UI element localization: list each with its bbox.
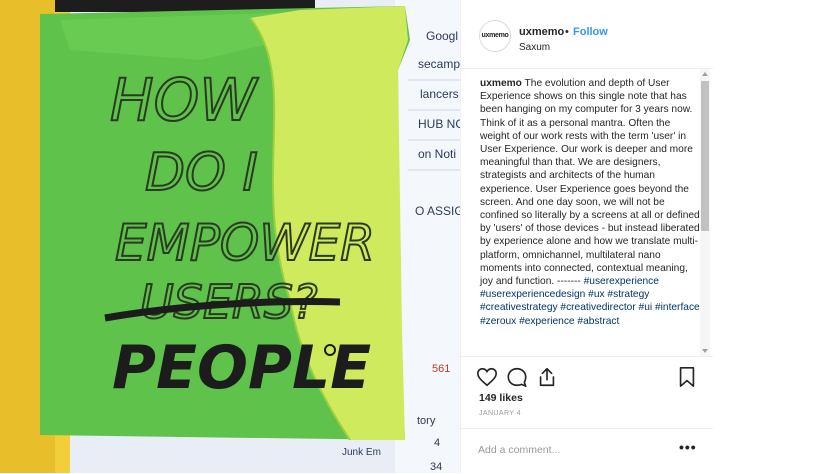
comment-icon[interactable] [506,366,528,388]
note-line-empower: EMPOWER [115,214,375,272]
avatar[interactable]: uxmemo [479,20,511,52]
follow-button[interactable]: Follow [573,26,608,38]
screen-text-1: secamp [418,57,460,71]
note-line-do-i: DO I [145,143,258,203]
location-link[interactable]: Saxum [519,42,550,53]
screen-text-7: tory [417,415,436,427]
comment-bar: ••• [461,428,713,474]
post-header: uxmemo uxmemo • Follow Saxum [461,0,713,69]
caption-username[interactable]: uxmemo [480,78,522,89]
username-link[interactable]: uxmemo [519,26,564,38]
post-photo[interactable]: Googl secamp lancers HUB NC on Noti O AS… [0,0,460,473]
separator-dot: • [565,26,569,38]
caption: uxmemo The evolution and depth of User E… [480,77,700,328]
screen-text-8: Junk Em [342,447,381,458]
screen-text-5: O ASSIG [415,204,460,218]
screen-text-9: 4 [434,437,440,449]
caption-text: The evolution and depth of User Experien… [480,78,700,288]
comment-input[interactable] [478,441,658,459]
more-options-icon[interactable]: ••• [679,439,697,455]
post-side-panel: uxmemo uxmemo • Follow Saxum uxmemo The … [460,0,713,473]
heart-icon[interactable] [476,366,498,388]
caption-scrollbar[interactable] [700,69,710,356]
bookmark-icon[interactable] [676,366,698,388]
screen-text-0: Googl [426,29,458,43]
caption-area[interactable]: uxmemo The evolution and depth of User E… [461,69,713,357]
scrollbar-thumb[interactable] [701,81,709,231]
screen-text-4: on Noti [418,147,456,161]
scroll-up-arrow-icon[interactable] [702,72,708,76]
screen-text-6: 561 [432,363,450,375]
scroll-down-arrow-icon[interactable] [702,349,708,353]
post-date[interactable]: JANUARY 4 [479,410,521,417]
note-line-people: PEOPLE [112,333,371,403]
screen-text-2: lancers [420,87,459,101]
photo-illustration: Googl secamp lancers HUB NC on Noti O AS… [0,0,460,473]
screen-text-3: HUB NC [418,117,460,131]
note-line-how: HOW [110,66,259,134]
share-icon[interactable] [536,366,558,388]
screen-text-10: 34 [430,461,442,473]
likes-count[interactable]: 149 likes [479,392,523,404]
